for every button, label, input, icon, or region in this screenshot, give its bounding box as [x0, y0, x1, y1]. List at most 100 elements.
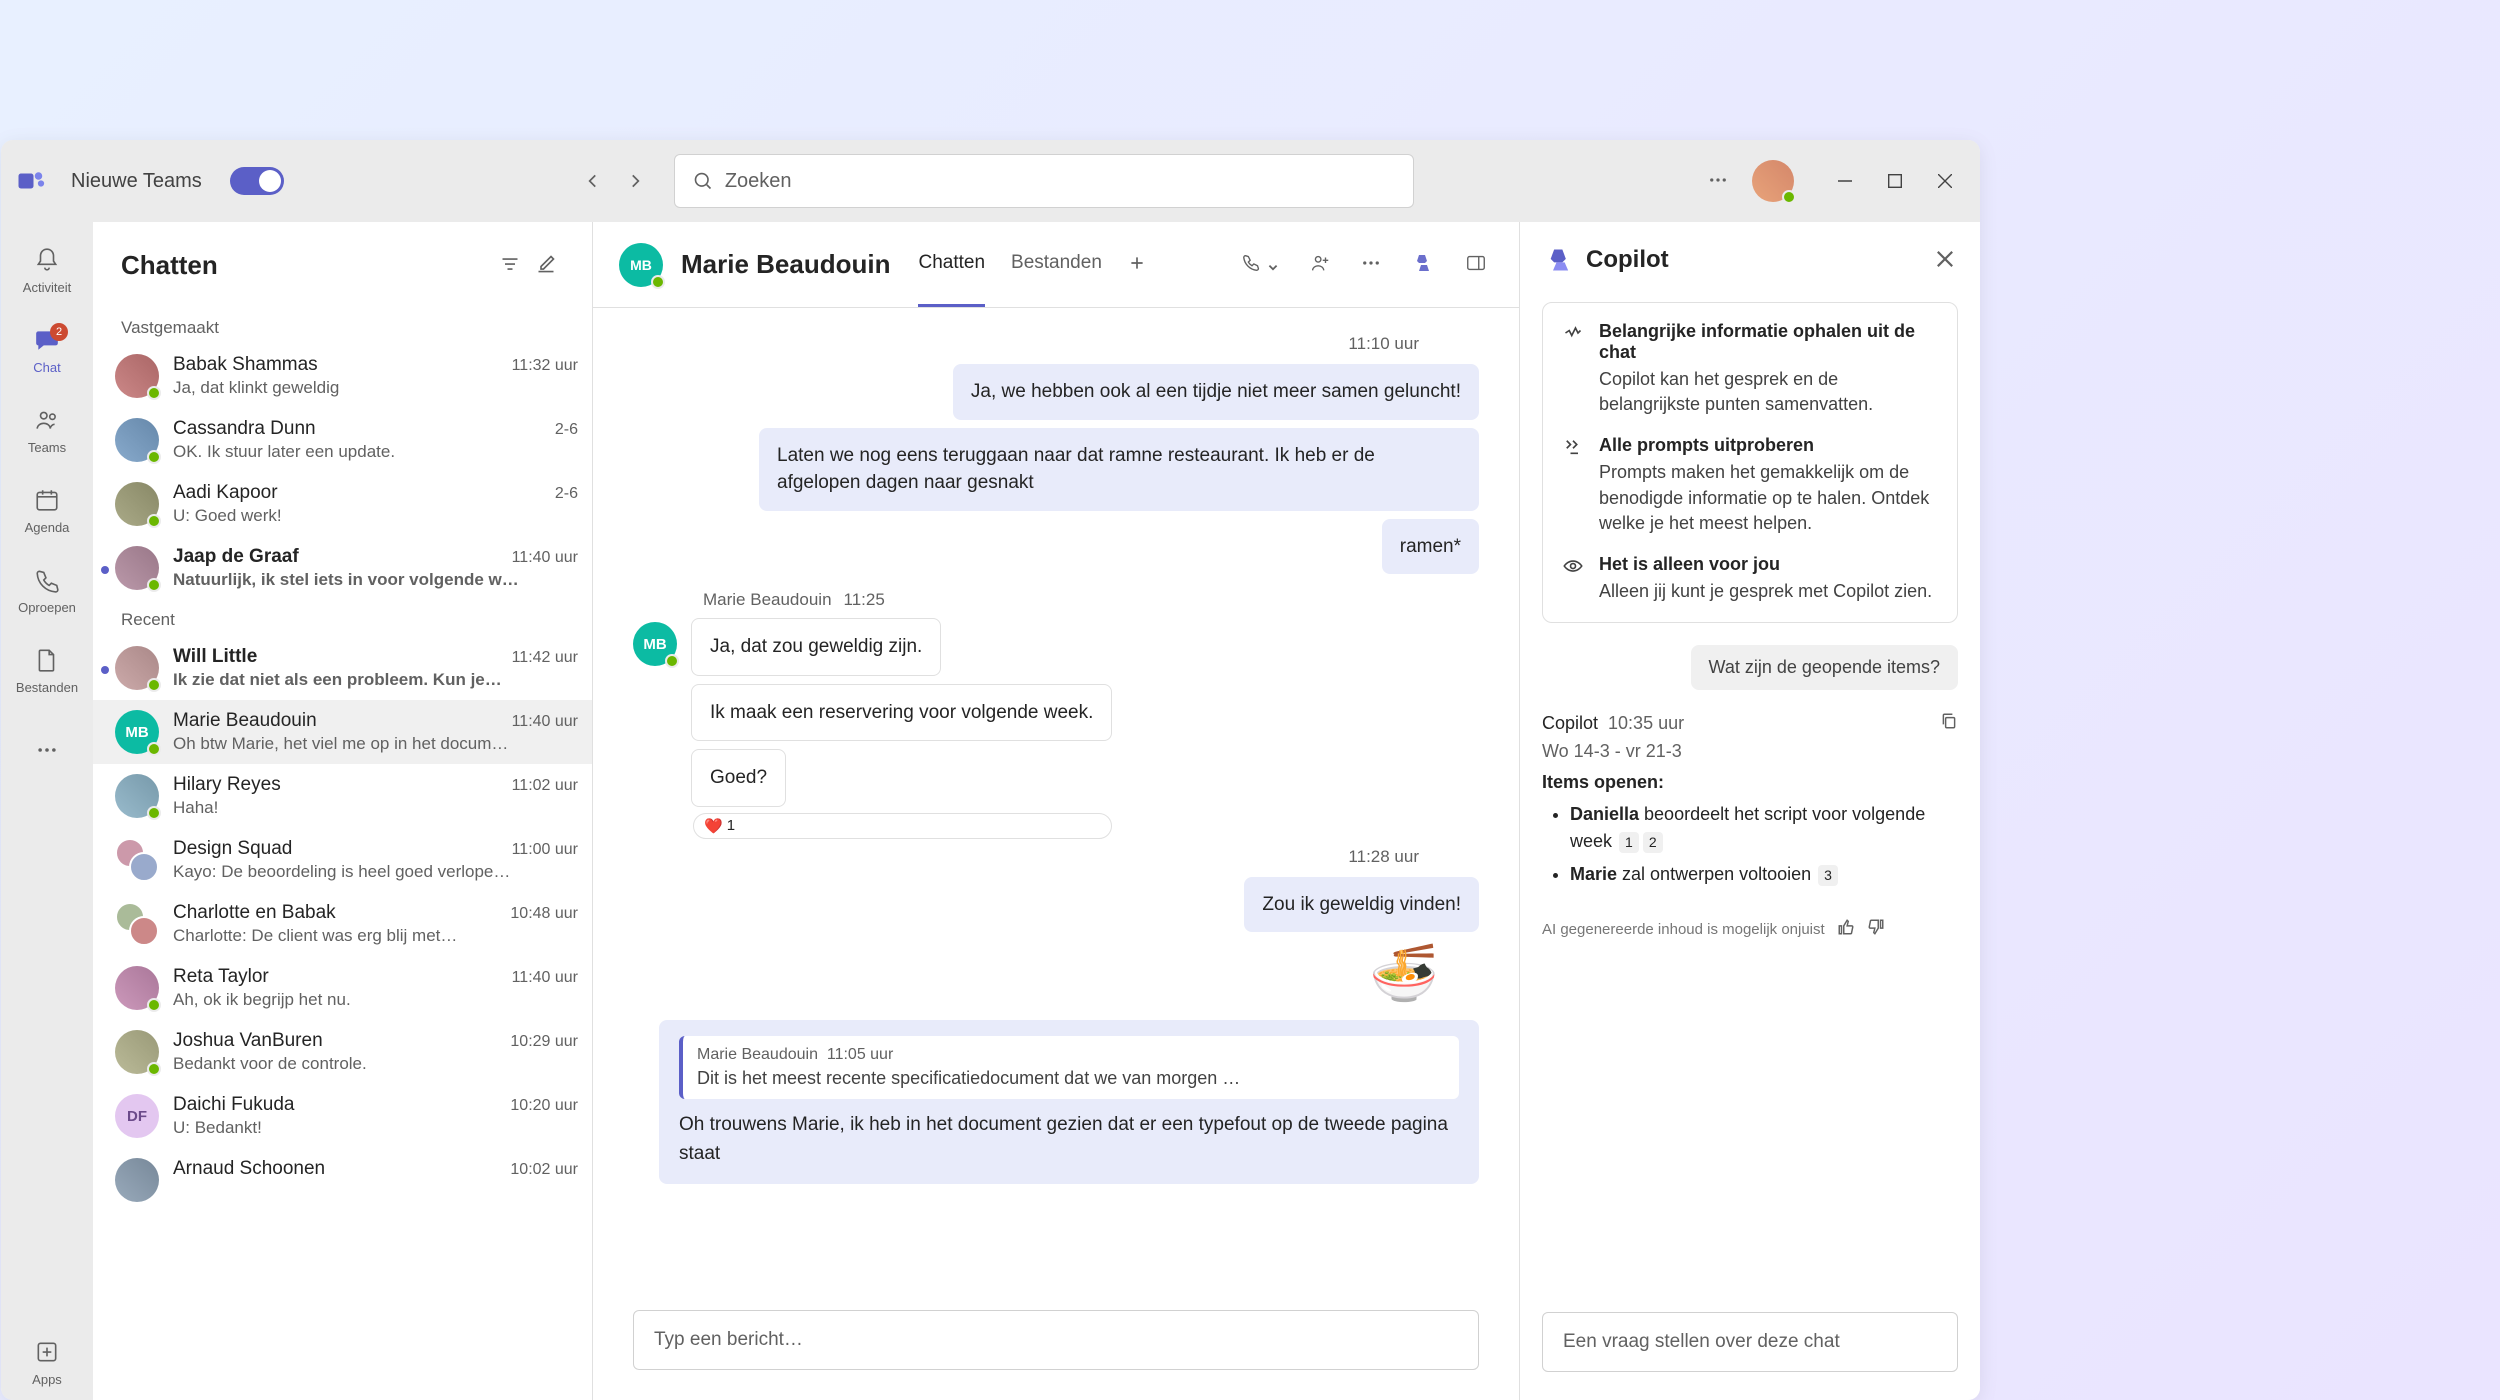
chat-item[interactable]: Cassandra Dunn2-6OK. Ik stuur later een …	[93, 408, 592, 472]
rail-apps[interactable]: Apps	[9, 1326, 85, 1400]
avatar	[115, 418, 159, 462]
ai-disclaimer: AI gegenereerde inhoud is mogelijk onjui…	[1542, 921, 1825, 938]
chat-item[interactable]: Babak Shammas11:32 uurJa, dat klinkt gew…	[93, 344, 592, 408]
call-button[interactable]	[1235, 246, 1285, 283]
chat-item[interactable]: Jaap de Graaf11:40 uurNatuurlijk, ik ste…	[93, 536, 592, 600]
copilot-title: Copilot	[1586, 246, 1924, 274]
teams-app-icon	[13, 163, 49, 199]
rail-chat[interactable]: 2 Chat	[9, 314, 85, 388]
chat-item[interactable]: Reta Taylor11:40 uurAh, ok ik begrijp he…	[93, 956, 592, 1020]
nav-forward-button[interactable]	[618, 164, 652, 198]
copilot-response: Copilot 10:35 uur Wo 14-3 - vr 21-3 Item…	[1542, 712, 1958, 894]
chat-items-scroll[interactable]: Babak Shammas11:32 uurJa, dat klinkt gew…	[93, 344, 592, 1400]
avatar	[115, 646, 159, 690]
nav-back-button[interactable]	[576, 164, 610, 198]
calendar-icon	[34, 487, 60, 516]
chat-item-selected[interactable]: MB Marie Beaudouin11:40 uurOh btw Marie,…	[93, 700, 592, 764]
message-outgoing: Zou ik geweldig vinden!	[1244, 877, 1479, 933]
thumbs-down-button[interactable]	[1867, 918, 1885, 940]
conversation-panel: MB Marie Beaudouin Chatten Bestanden 11:…	[593, 222, 1520, 1400]
chat-item[interactable]: DF Daichi Fukuda10:20 uurU: Bedankt!	[93, 1084, 592, 1148]
chat-item[interactable]: Joshua VanBuren10:29 uurBedankt voor de …	[93, 1020, 592, 1084]
citation-badge[interactable]: 2	[1643, 832, 1663, 853]
file-icon	[34, 647, 60, 676]
thumbs-up-button[interactable]	[1837, 918, 1855, 940]
contact-avatar[interactable]: MB	[619, 243, 663, 287]
chat-list-title: Chatten	[121, 250, 492, 281]
chat-item[interactable]: Charlotte en Babak10:48 uurCharlotte: De…	[93, 892, 592, 956]
copilot-input[interactable]: Een vraag stellen over deze chat	[1542, 1312, 1958, 1372]
new-chat-button[interactable]	[528, 246, 564, 285]
tab-files[interactable]: Bestanden	[1011, 222, 1102, 307]
recent-section-label: Recent	[93, 600, 592, 636]
copilot-close-button[interactable]	[1936, 250, 1954, 271]
copilot-panel: Copilot Belangrijke informatie ophalen u…	[1520, 222, 1980, 1400]
apps-icon	[34, 1339, 60, 1368]
filter-button[interactable]	[492, 246, 528, 285]
rail-files[interactable]: Bestanden	[9, 634, 85, 708]
bell-icon	[34, 247, 60, 276]
chat-item[interactable]: Hilary Reyes11:02 uurHaha!	[93, 764, 592, 828]
rail-calls[interactable]: Oproepen	[9, 554, 85, 628]
chat-item[interactable]: Design Squad11:00 uurKayo: De beoordelin…	[93, 828, 592, 892]
message-outgoing: ramen*	[1382, 519, 1479, 575]
window-close-button[interactable]	[1922, 164, 1968, 198]
rail-calendar[interactable]: Agenda	[9, 474, 85, 548]
avatar	[115, 1158, 159, 1202]
more-button[interactable]	[1355, 247, 1387, 282]
copilot-list-item: Daniella beoordeelt het script voor volg…	[1570, 801, 1958, 855]
eye-icon	[1563, 556, 1585, 604]
chat-item[interactable]: Will Little11:42 uurIk zie dat niet als …	[93, 636, 592, 700]
conversation-header: MB Marie Beaudouin Chatten Bestanden	[593, 222, 1519, 308]
window-minimize-button[interactable]	[1822, 164, 1868, 198]
reaction-heart[interactable]: ❤️ 1	[693, 813, 1112, 839]
message-input[interactable]: Typ een bericht…	[633, 1310, 1479, 1370]
app-rail: Activiteit 2 Chat Teams Agenda Oproepen	[1, 222, 93, 1400]
copilot-list-item: Marie zal ontwerpen voltooien 3	[1570, 861, 1958, 888]
sender-time: 11:25	[844, 590, 885, 610]
message-outgoing-reply: Marie Beaudouin 11:05 uur Dit is het mee…	[659, 1020, 1479, 1184]
copy-button[interactable]	[1940, 712, 1958, 735]
pinned-section-label: Vastgemaakt	[93, 308, 592, 344]
copilot-suggestion-chip[interactable]: Wat zijn de geopende items?	[1691, 645, 1958, 690]
sparkle-icon	[1563, 323, 1585, 417]
chat-item[interactable]: Aadi Kapoor2-6U: Goed werk!	[93, 472, 592, 536]
rail-teams[interactable]: Teams	[9, 394, 85, 468]
window-maximize-button[interactable]	[1872, 164, 1918, 198]
unread-indicator	[101, 666, 109, 674]
citation-badge[interactable]: 1	[1619, 832, 1639, 853]
message-outgoing: Ja, we hebben ook al een tijdje niet mee…	[953, 364, 1479, 420]
emoji-ramen: 🍜	[633, 940, 1439, 1006]
copilot-toggle-button[interactable]	[1405, 245, 1441, 284]
chat-item[interactable]: Arnaud Schoonen10:02 uur	[93, 1148, 592, 1212]
titlebar: Nieuwe Teams Zoeken	[1, 140, 1980, 222]
reply-quote[interactable]: Marie Beaudouin 11:05 uur Dit is het mee…	[679, 1036, 1459, 1099]
chat-list-panel: Chatten Vastgemaakt Babak Shammas11:32 u…	[93, 222, 593, 1400]
message-incoming: Goed?	[691, 749, 786, 807]
search-input[interactable]: Zoeken	[674, 154, 1414, 208]
chat-badge: 2	[50, 323, 68, 341]
current-user-avatar[interactable]	[1752, 160, 1794, 202]
ellipsis-icon	[36, 739, 58, 764]
contact-name: Marie Beaudouin	[681, 249, 890, 280]
people-icon	[34, 407, 60, 436]
new-teams-label: Nieuwe Teams	[71, 170, 202, 193]
new-teams-toggle[interactable]	[230, 167, 284, 195]
message-incoming: Ik maak een reservering voor volgende we…	[691, 684, 1112, 742]
message-outgoing: Laten we nog eens teruggaan naar dat ram…	[759, 428, 1479, 511]
rail-more[interactable]	[9, 714, 85, 788]
citation-badge[interactable]: 3	[1818, 865, 1838, 886]
chat-icon: 2	[34, 327, 60, 356]
add-people-button[interactable]	[1303, 246, 1337, 283]
unread-indicator	[101, 566, 109, 574]
avatar	[115, 354, 159, 398]
more-options-button[interactable]	[1702, 164, 1734, 199]
messages-scroll[interactable]: 11:10 uur Ja, we hebben ook al een tijdj…	[593, 308, 1519, 1310]
group-avatar	[115, 902, 159, 946]
rail-activity[interactable]: Activiteit	[9, 234, 85, 308]
tab-chat[interactable]: Chatten	[918, 222, 985, 307]
avatar: MB	[115, 710, 159, 754]
add-tab-button[interactable]	[1128, 254, 1146, 275]
presence-available-icon	[1782, 190, 1796, 204]
open-pane-button[interactable]	[1459, 246, 1493, 283]
